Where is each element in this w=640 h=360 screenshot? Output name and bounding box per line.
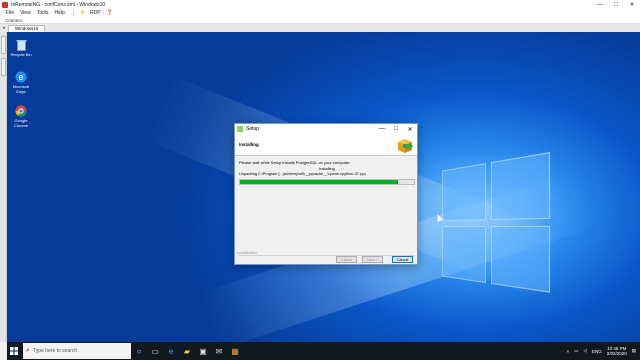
setup-maximize-button[interactable]: □: [389, 124, 403, 134]
setup-titlebar: Setup — □ ✕: [235, 124, 417, 134]
protocol-selector[interactable]: RDP: [90, 10, 101, 16]
setup-taskbar-icon[interactable]: ▦: [227, 342, 243, 360]
network-icon[interactable]: ▭: [574, 348, 578, 354]
file-explorer-icon[interactable]: ▰: [179, 342, 195, 360]
desktop-icon-recycle-bin[interactable]: Recycle Bin: [8, 38, 34, 57]
taskbar-clock[interactable]: 10:48 PM 2/02/2020: [607, 346, 627, 356]
minimize-button[interactable]: —: [592, 0, 608, 9]
tab-scroll-left-icon[interactable]: ◂: [0, 24, 7, 32]
menu-bar: File View Tools Help ⚡ RDP ❓: [0, 9, 640, 17]
desktop-icon-chrome[interactable]: Google Chrome: [8, 104, 34, 128]
edge-icon: e: [15, 70, 28, 83]
app-titlebar: mRemoteNG - confCons.xml - Windows10 — □…: [0, 0, 640, 9]
close-button[interactable]: ✕: [624, 0, 640, 9]
side-tab-config[interactable]: [1, 58, 6, 76]
svg-text:e: e: [18, 72, 23, 82]
connections-panel-header: Connect: [0, 17, 640, 24]
menu-tools[interactable]: Tools: [37, 10, 49, 16]
edge-taskbar-icon[interactable]: e: [163, 342, 179, 360]
menu-help[interactable]: Help: [55, 10, 65, 16]
setup-close-button[interactable]: ✕: [403, 124, 417, 134]
taskbar: ⌕ Type here to search ○ ▭ e ▰ ▣ ✉ ▦ ˄ ▭ …: [7, 342, 640, 360]
back-button[interactable]: < Back: [336, 256, 357, 263]
setup-minimize-button[interactable]: —: [375, 124, 389, 134]
setup-status: Installing: [319, 166, 335, 171]
setup-header: Installing: [235, 134, 417, 156]
language-indicator[interactable]: ENG: [592, 349, 602, 354]
desktop-icon-edge[interactable]: e Microsoft Edge: [8, 70, 34, 94]
search-icon: ⌕: [26, 347, 30, 354]
mail-icon[interactable]: ✉: [211, 342, 227, 360]
setup-message: Please wait while Setup installs Postgre…: [239, 160, 351, 165]
connect-label[interactable]: Connect: [5, 18, 22, 23]
install-progress-bar: [239, 179, 415, 185]
chrome-icon: [15, 104, 28, 117]
start-button[interactable]: [7, 342, 21, 360]
window-title: mRemoteNG - confCons.xml - Windows10: [11, 1, 106, 8]
package-box-icon: [398, 139, 413, 153]
menu-file[interactable]: File: [6, 10, 14, 16]
progress-fill: [240, 180, 399, 184]
setup-window-controls: — □ ✕: [375, 124, 417, 134]
search-placeholder: Type here to search: [33, 348, 78, 354]
notifications-icon[interactable]: ▤: [632, 348, 636, 354]
volume-icon[interactable]: ◁: [583, 348, 586, 354]
help-icon[interactable]: ❓: [107, 10, 113, 16]
menu-separator: [72, 10, 74, 16]
cancel-button[interactable]: Cancel: [392, 256, 413, 263]
window-controls: — □ ✕: [592, 0, 640, 9]
show-hidden-icons-icon[interactable]: ˄: [567, 349, 570, 354]
cortana-icon[interactable]: ○: [131, 342, 147, 360]
side-panel: [0, 32, 7, 342]
system-tray: ˄ ▭ ◁ ENG 10:48 PM 2/02/2020 ▤: [562, 342, 636, 360]
footer-divider: [239, 255, 415, 256]
desktop-icon-label: Google Chrome: [13, 118, 29, 128]
next-button[interactable]: Next >: [362, 256, 383, 263]
clock-date: 2/02/2020: [606, 351, 627, 356]
quick-connect-icon[interactable]: ⚡: [80, 10, 86, 16]
tab-windows10[interactable]: Windows10: [8, 24, 46, 32]
task-view-icon[interactable]: ▭: [147, 342, 163, 360]
taskbar-search-box[interactable]: ⌕ Type here to search: [23, 343, 131, 359]
desktop-icon-label: Recycle Bin: [10, 52, 32, 57]
mremoteng-icon: [2, 1, 8, 8]
side-tab-connections[interactable]: [1, 36, 6, 54]
recycle-bin-icon: [15, 38, 28, 51]
desktop-icon-label: Microsoft Edge: [12, 84, 30, 94]
setup-title: Setup: [246, 126, 260, 132]
windows-start-icon: [10, 347, 18, 355]
setup-dialog: Setup — □ ✕ Installing Please wait while…: [234, 123, 418, 265]
store-icon[interactable]: ▣: [195, 342, 211, 360]
setup-detail: Unpacking C:\Program [...]alchemy\util\_…: [239, 172, 366, 176]
setup-heading: Installing: [239, 142, 259, 147]
menu-view[interactable]: View: [20, 10, 31, 16]
maximize-button[interactable]: □: [608, 0, 624, 9]
connection-tabs: ◂ Windows10: [0, 24, 640, 32]
windows-logo: [442, 150, 560, 303]
setup-app-icon: [237, 126, 243, 132]
